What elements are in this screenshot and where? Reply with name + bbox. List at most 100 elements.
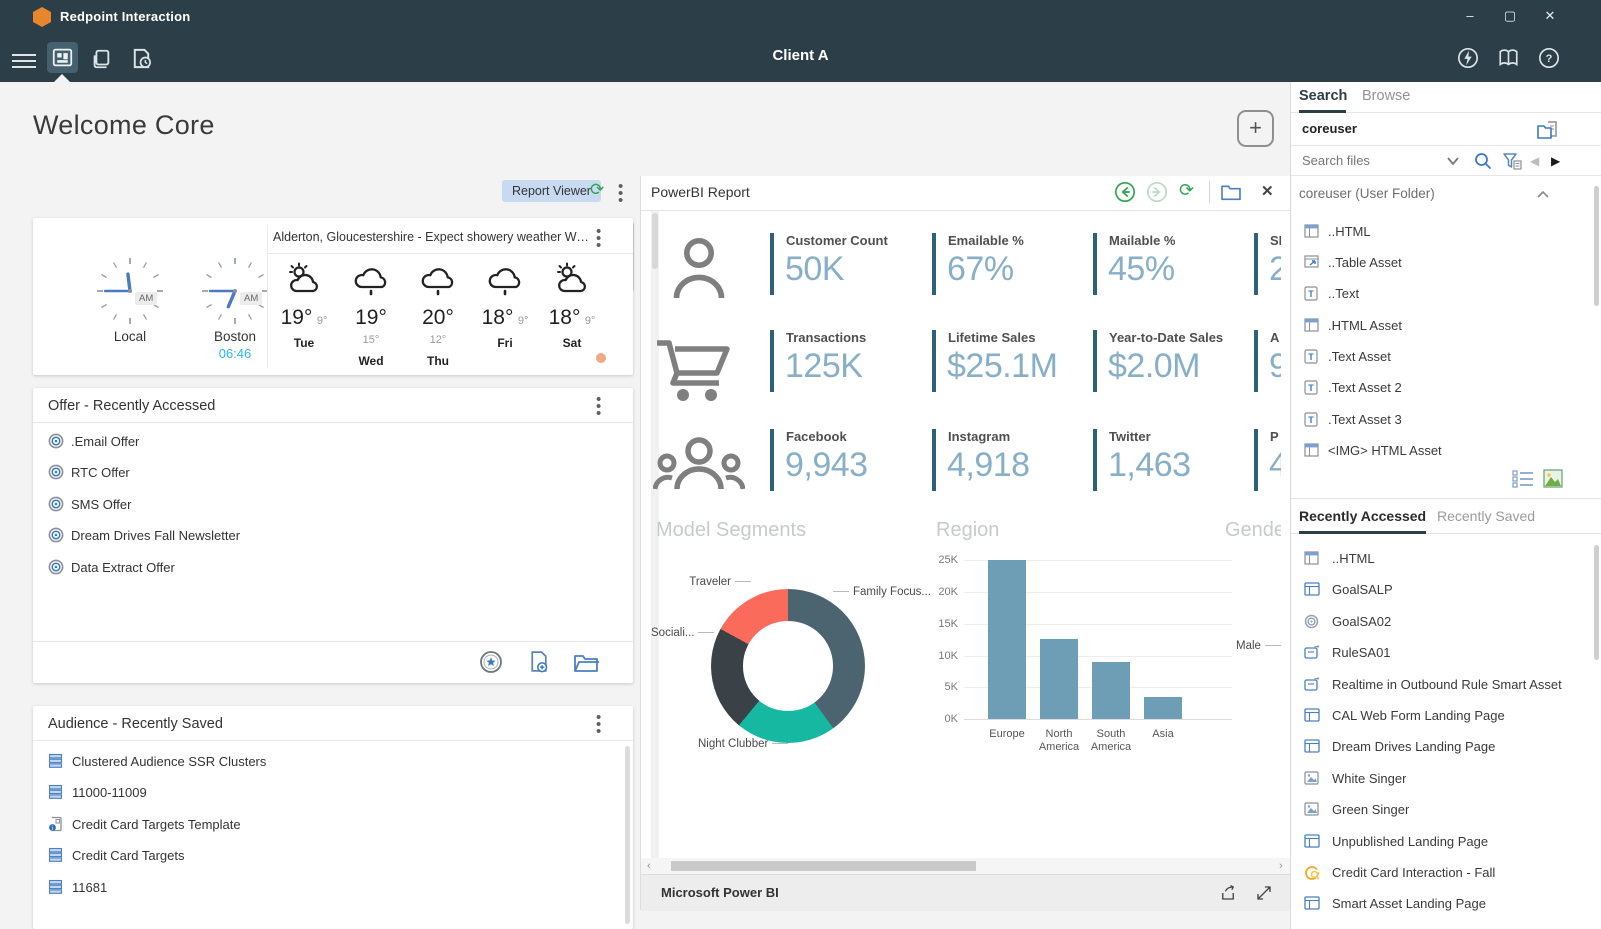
region-bar-asia [1144, 697, 1182, 719]
list-item[interactable]: T ..Text [1304, 283, 1359, 303]
recent-scrollbar[interactable] [1594, 545, 1599, 660]
y-tick: 25K [918, 554, 958, 566]
refresh-widget-icon[interactable]: ⟳ [590, 180, 604, 200]
list-item[interactable]: Realtime in Outbound Rule Smart Asset [1304, 674, 1562, 694]
audience-icon [48, 879, 64, 895]
list-item[interactable]: White Singer [1304, 768, 1406, 788]
sidebar-scrollbar[interactable] [1594, 186, 1599, 306]
list-item[interactable]: i Credit Card Targets Template [48, 813, 241, 835]
y-tick: 15K [918, 618, 958, 630]
rain-cloud-icon [418, 262, 458, 298]
list-item[interactable]: ..HTML [1304, 221, 1371, 241]
list-item[interactable]: RuleSA01 [1304, 642, 1391, 662]
list-item-label: CAL Web Form Landing Page [1332, 708, 1505, 723]
help-icon[interactable]: ? [1538, 47, 1560, 69]
temp-high: 19° [355, 306, 387, 329]
back-icon[interactable] [1114, 181, 1136, 203]
scroll-left-icon[interactable]: ‹ [647, 860, 651, 872]
list-item[interactable]: Credit Card Interaction - Fall [1304, 862, 1495, 882]
donut-label-traveler: Traveler [663, 576, 755, 588]
search-files-input[interactable] [1300, 152, 1444, 169]
image-asset-icon [1304, 771, 1319, 785]
clock-weather-card: AM AM Local Boston 06:46 Alderton, Glouc… [33, 218, 633, 375]
search-icon[interactable] [1474, 152, 1492, 170]
folder-section-title[interactable]: coreuser (User Folder) [1299, 186, 1435, 201]
list-item[interactable]: Clustered Audience SSR Clusters [48, 750, 266, 772]
list-item[interactable]: T .Text Asset 2 [1304, 377, 1402, 397]
list-item[interactable]: Unpublished Landing Page [1304, 831, 1488, 851]
list-item-label: .HTML Asset [1328, 318, 1402, 333]
text-asset-icon: T [1304, 286, 1318, 301]
report-viewer-badge[interactable]: Report Viewer [502, 180, 601, 202]
list-item[interactable]: Green Singer [1304, 799, 1409, 819]
open-folder-icon[interactable] [573, 651, 599, 673]
chevron-down-icon[interactable] [1446, 156, 1460, 166]
list-item[interactable]: Credit Card Targets [48, 844, 184, 866]
list-item[interactable]: Data Extract Offer [48, 556, 175, 578]
list-item[interactable]: ..HTML [1304, 548, 1375, 568]
weather-day: 18° 9° Sat [546, 262, 598, 350]
refresh-report-icon[interactable]: ⟳ [1179, 180, 1194, 201]
hscrollbar-thumb[interactable] [671, 861, 976, 871]
scroll-right-icon[interactable]: › [1279, 860, 1283, 872]
list-item[interactable]: <IMG> HTML Asset [1304, 440, 1442, 460]
tab-browse[interactable]: Browse [1362, 88, 1410, 104]
audience-scrollbar[interactable] [625, 746, 630, 924]
model-segments-donut[interactable] [711, 589, 865, 743]
fullscreen-icon[interactable] [1255, 884, 1273, 902]
maximize-button[interactable]: ▢ [1495, 8, 1525, 24]
tab-search[interactable]: Search [1299, 88, 1347, 104]
category-label: North America [1033, 728, 1085, 754]
list-item[interactable]: Smart Asset Landing Page [1304, 893, 1486, 913]
weather-menu-icon[interactable]: ••• [596, 228, 601, 249]
temp-low: 9° [518, 315, 529, 327]
forward-icon[interactable] [1146, 181, 1168, 203]
chevron-up-icon[interactable] [1536, 190, 1550, 199]
audience-panel-menu-icon[interactable]: ••• [596, 714, 601, 735]
realtime-icon[interactable] [1457, 47, 1479, 69]
list-item[interactable]: Dream Drives Fall Newsletter [48, 524, 240, 546]
list-item[interactable]: Dream Drives Landing Page [1304, 736, 1495, 756]
list-item[interactable]: .Email Offer [48, 430, 139, 452]
svg-text:T: T [1308, 352, 1314, 362]
list-item[interactable]: CAL Web Form Landing Page [1304, 705, 1505, 725]
list-item[interactable]: 11681 [48, 876, 107, 898]
audience-panel: Audience - Recently Saved ••• Clustered … [33, 706, 633, 929]
folder-file-icon[interactable] [1536, 119, 1560, 141]
list-item[interactable]: RTC Offer [48, 461, 130, 483]
tab-recently-saved[interactable]: Recently Saved [1437, 508, 1535, 524]
kpi-value: 2 [1269, 250, 1281, 289]
list-item[interactable]: GoalSALP [1304, 579, 1393, 599]
report-scrollbar-thumb[interactable] [652, 213, 658, 269]
report-viewer-menu-icon[interactable]: ••• [618, 183, 623, 204]
list-item[interactable]: T .Text Asset [1304, 346, 1391, 366]
list-view-icon[interactable] [1512, 470, 1534, 488]
add-widget-button[interactable]: + [1237, 110, 1274, 147]
favorite-star-icon[interactable] [479, 650, 503, 674]
hscrollbar-track[interactable]: ‹ › [641, 858, 1290, 874]
close-report-icon[interactable]: ✕ [1261, 182, 1274, 200]
list-item[interactable]: T .Text Asset 3 [1304, 409, 1402, 429]
kpi-cell: Twitter1,463 [1093, 429, 1254, 501]
person-icon [669, 236, 729, 300]
library-book-icon[interactable] [1497, 47, 1520, 69]
account-input[interactable] [1300, 120, 1524, 137]
close-button[interactable]: ✕ [1535, 8, 1565, 24]
local-clock-label: Local [91, 329, 169, 344]
thumbnail-view-icon[interactable] [1543, 469, 1563, 488]
list-item[interactable]: 11000-11009 [48, 781, 147, 803]
folder-icon[interactable] [1220, 183, 1242, 201]
tab-recently-accessed[interactable]: Recently Accessed [1299, 508, 1426, 524]
prev-result-icon[interactable]: ◀ [1530, 154, 1539, 168]
list-item[interactable]: GoalSA02 [1304, 611, 1391, 631]
share-icon[interactable] [1219, 884, 1237, 902]
new-file-icon[interactable] [526, 649, 551, 674]
list-item[interactable]: ..Table Asset [1304, 252, 1402, 272]
next-result-icon[interactable]: ▶ [1551, 154, 1560, 168]
svg-text:i: i [52, 826, 53, 832]
minimize-button[interactable]: – [1455, 8, 1485, 23]
filter-icon[interactable] [1502, 152, 1522, 170]
offer-panel-menu-icon[interactable]: ••• [596, 396, 601, 417]
list-item[interactable]: .HTML Asset [1304, 315, 1402, 335]
list-item[interactable]: SMS Offer [48, 493, 131, 515]
